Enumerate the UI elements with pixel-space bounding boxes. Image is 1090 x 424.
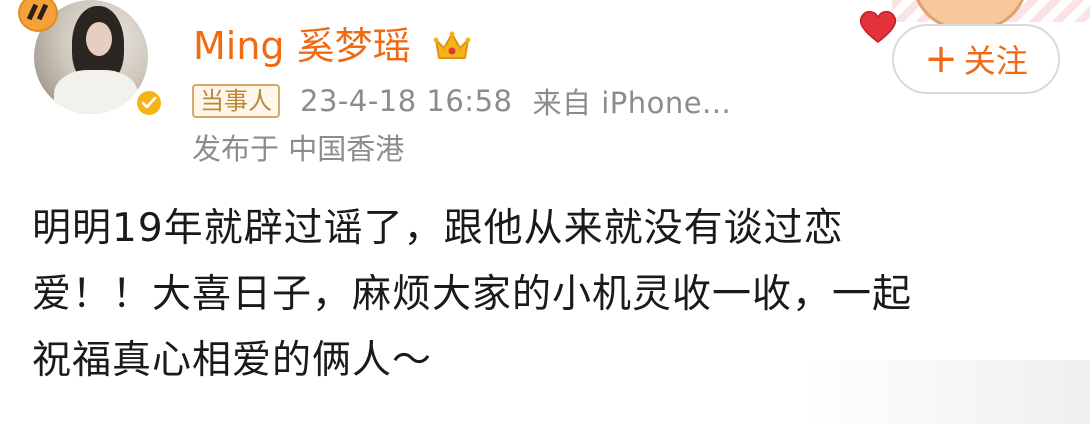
post-body-line: 爱！！大喜日子，麻烦大家的小机灵收一收，一起	[32, 272, 913, 317]
crown-icon	[433, 31, 471, 59]
post-location: 发布于 中国香港	[192, 132, 405, 166]
watermark-corner	[800, 360, 1090, 424]
role-tag: 当事人	[192, 84, 280, 118]
post-meta-row: 当事人 23-4-18 16:58 来自 iPhone...	[192, 84, 731, 120]
post-body-line: 明明19年就辟过谣了，跟他从来就没有谈过恋	[32, 206, 844, 251]
post-timestamp: 23-4-18 16:58	[300, 84, 513, 118]
verified-badge-icon	[134, 88, 164, 118]
plus-icon: +	[924, 36, 958, 82]
heart-icon	[859, 10, 897, 43]
follow-button[interactable]: + 关注	[892, 24, 1060, 94]
avatar[interactable]	[18, 0, 164, 118]
username[interactable]: Ming 奚梦瑶	[193, 22, 411, 70]
follow-button-label: 关注	[963, 42, 1028, 80]
post-source[interactable]: 来自 iPhone...	[532, 80, 731, 122]
